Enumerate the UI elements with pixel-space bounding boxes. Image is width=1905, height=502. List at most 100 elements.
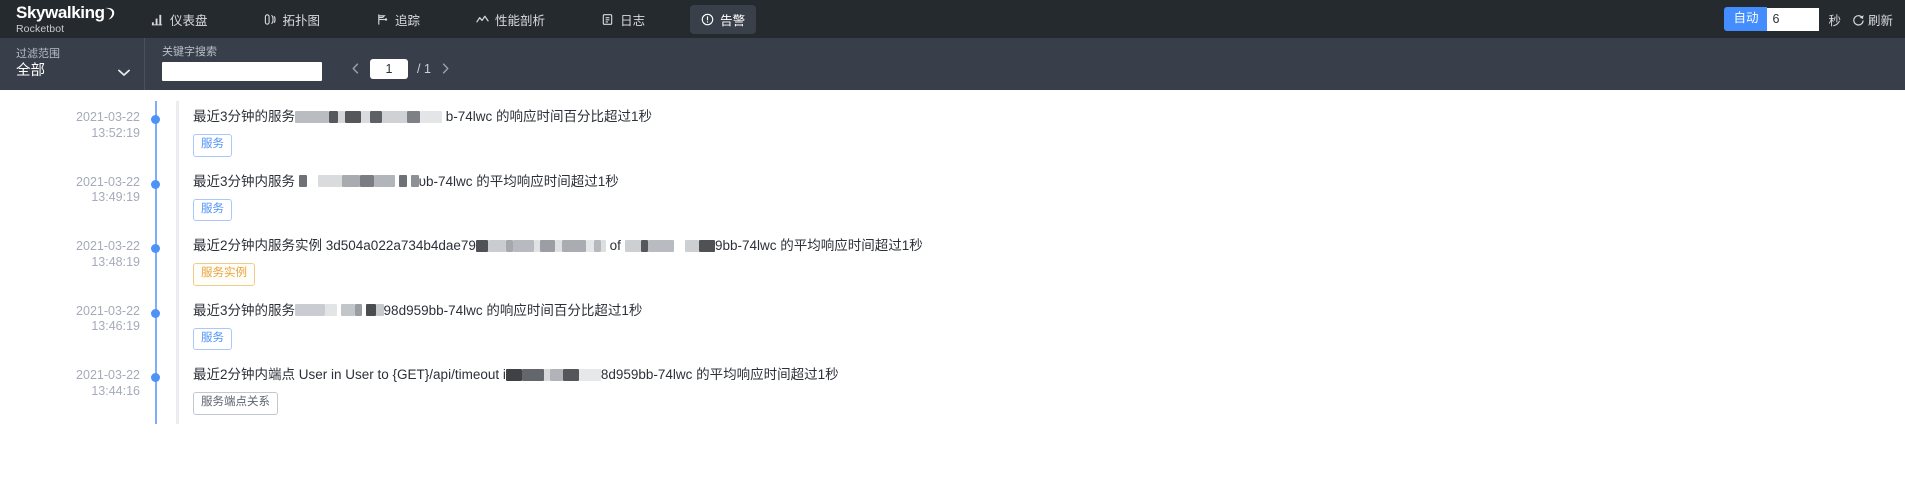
- redacted-text-block: [354, 304, 362, 316]
- nav-item-alarm[interactable]: 告警: [690, 4, 757, 34]
- scope-filter-value: 全部: [16, 63, 45, 80]
- nav-item-log-label: 日志: [620, 13, 646, 28]
- redacted-text-block: [698, 239, 715, 252]
- redacted-text-block: [345, 110, 362, 123]
- redacted-text-block: [562, 368, 579, 381]
- pagination: / 1: [350, 59, 451, 79]
- app-logo[interactable]: Skywalking Rocketbot: [16, 2, 114, 35]
- alarm-date: 2021-03-22: [76, 239, 140, 253]
- redacted-text-block: [342, 175, 361, 187]
- alarm-message-text: 最近3分钟的服务: [193, 302, 296, 318]
- alarm-message: 最近3分钟内服务 ᴜb-74lwc 的平均响应时间超过1秒: [193, 172, 1905, 191]
- timeline-dot: [151, 179, 160, 189]
- nav-item-profile-label: 性能剖析: [495, 13, 546, 28]
- redacted-text-block: [640, 239, 648, 252]
- redacted-text-block: [512, 239, 534, 252]
- redacted-text-block: [487, 239, 506, 252]
- alarm-row[interactable]: 2021-03-22 13:48:19 最近2分钟内服务实例 3d504a022a7…: [0, 230, 1905, 295]
- redacted-text-block: [420, 110, 443, 123]
- chevron-left-icon[interactable]: [350, 62, 361, 76]
- alarm-message: 最近2分钟内端点 User in User to {GET}/api/timeo…: [193, 365, 1905, 384]
- redacted-text-block: [340, 304, 355, 316]
- alarm-card[interactable]: 最近2分钟内端点 User in User to {GET}/api/timeo…: [176, 359, 1905, 424]
- trace-icon: [376, 13, 389, 26]
- alarm-card[interactable]: 最近3分钟的服务 b-74lwc 的响应时间百分比超过1秒服务: [176, 101, 1905, 166]
- chevron-down-icon: [118, 64, 130, 82]
- refresh-icon: [1852, 13, 1865, 26]
- redacted-text-block: [585, 239, 594, 252]
- nav-item-log[interactable]: 日志: [590, 5, 656, 34]
- nav-item-trace[interactable]: 追踪: [365, 5, 431, 34]
- redacted-text-block: [624, 239, 641, 252]
- redacted-text-block: [578, 368, 601, 381]
- alarm-row[interactable]: 2021-03-22 13:52:19 最近3分钟的服务 b-74lwc 的响应时间…: [0, 101, 1905, 166]
- alarm-time: 13:44:16: [91, 383, 140, 398]
- auto-refresh-button[interactable]: 自动: [1724, 7, 1768, 31]
- filter-toolbar: 过滤范围 全部 关键字搜索 / 1: [0, 38, 1905, 90]
- brand-name-primary: Skywalking: [16, 2, 114, 22]
- alarm-message-text: ᴜb-74lwc 的平均响应时间超过1秒: [418, 173, 619, 189]
- alarm-message-text: 9bb-74lwc 的平均响应时间超过1秒: [714, 238, 923, 253]
- alarm-scope-badge: 服务端点关系: [193, 392, 278, 415]
- redacted-text-block: [539, 239, 555, 252]
- timeline-dot: [151, 115, 160, 124]
- search-input[interactable]: [162, 62, 322, 81]
- alarm-timestamp: 2021-03-22 13:49:19: [0, 166, 148, 206]
- alarm-timestamp: 2021-03-22 13:46:19: [0, 295, 148, 335]
- alarm-date: 2021-03-22: [76, 110, 140, 124]
- alarm-time: 13:46:19: [91, 319, 140, 333]
- redacted-text-block: [505, 239, 513, 252]
- alarm-scope-badge: 服务: [193, 327, 232, 350]
- refresh-button[interactable]: 刷新: [1852, 10, 1893, 29]
- timeline-dot: [151, 244, 160, 253]
- alarm-message: 最近3分钟的服务 b-74lwc 的响应时间百分比超过1秒: [193, 107, 1905, 126]
- nav-item-dashboard[interactable]: 仪表盘: [140, 5, 219, 34]
- alarm-card[interactable]: 最近3分钟的服务 98d959bb-74lwc 的响应时间百分比超过1秒服务: [176, 294, 1905, 359]
- nav-item-profile[interactable]: 性能剖析: [465, 5, 556, 34]
- redacted-text-block: [593, 239, 601, 252]
- redacted-text-block: [561, 239, 586, 252]
- profile-icon: [476, 13, 489, 26]
- log-icon: [601, 13, 614, 26]
- timeline-dot: [151, 308, 160, 318]
- alarm-scope-badge: 服务: [193, 134, 232, 157]
- refresh-interval-input[interactable]: [1767, 7, 1820, 31]
- chevron-right-icon[interactable]: [440, 62, 451, 76]
- alarm-message-text: b-74lwc 的响应时间百分比超过1秒: [442, 109, 653, 124]
- scope-filter-dropdown[interactable]: 过滤范围 全部: [0, 38, 145, 90]
- alarm-row[interactable]: 2021-03-22 13:44:16 最近2分钟内端点 User in User …: [0, 359, 1905, 424]
- alarm-timeline: 2021-03-22 13:52:19 最近3分钟的服务 b-74lwc 的响应时间…: [0, 101, 1905, 424]
- alarm-message: 最近2分钟内服务实例 3d504a022a734b4dae79 of 9bb-7…: [193, 236, 1905, 255]
- main-nav: 仪表盘 拓扑图 追踪 性能剖析 日志 告警: [140, 0, 757, 38]
- redacted-text-block: [375, 304, 384, 316]
- redacted-text-block: [298, 175, 307, 187]
- brand-name-text: Skywalking: [16, 2, 105, 22]
- alarm-timestamp: 2021-03-22 13:52:19: [0, 101, 148, 141]
- alarm-card[interactable]: 最近3分钟内服务 ᴜb-74lwc 的平均响应时间超过1秒 服务: [176, 165, 1905, 230]
- redacted-text-block: [338, 110, 346, 123]
- timeline-dot: [151, 373, 160, 382]
- redacted-text-block: [295, 110, 330, 123]
- alarm-list-panel: 2021-03-22 13:52:19 最近3分钟的服务 b-74lwc 的响应时间…: [0, 90, 1905, 502]
- refresh-controls: 自动 秒 刷新: [1724, 0, 1893, 38]
- nav-item-topology[interactable]: 拓扑图: [253, 5, 332, 34]
- alarm-message-text: 最近3分钟内服务: [193, 173, 299, 189]
- alarm-row[interactable]: 2021-03-22 13:49:19 最近3分钟内服务 ᴜb-74lwc 的平均响…: [0, 165, 1905, 230]
- alarm-card[interactable]: 最近2分钟内服务实例 3d504a022a734b4dae79 of 9bb-7…: [176, 230, 1905, 295]
- alarm-message-text: [307, 172, 318, 191]
- alarm-message-text: 98d959bb-74lwc 的响应时间百分比超过1秒: [383, 302, 643, 318]
- redacted-text-block: [398, 175, 407, 187]
- redacted-text-block: [382, 110, 408, 123]
- redacted-text-block: [549, 368, 563, 381]
- scope-filter-label: 过滤范围: [16, 48, 60, 61]
- alarm-timestamp: 2021-03-22 13:48:19: [0, 230, 148, 270]
- redacted-text-block: [365, 304, 376, 316]
- page-number-input[interactable]: [370, 59, 408, 79]
- alarm-time: 13:48:19: [91, 254, 140, 269]
- alarm-message: 最近3分钟的服务 98d959bb-74lwc 的响应时间百分比超过1秒: [193, 301, 1905, 320]
- redacted-text-block: [325, 304, 338, 316]
- alarm-message-text: 8d959bb-74lwc 的平均响应时间超过1秒: [600, 367, 839, 382]
- nav-item-alarm-label: 告警: [720, 13, 746, 28]
- redacted-text-block: [318, 175, 343, 187]
- alarm-row[interactable]: 2021-03-22 13:46:19 最近3分钟的服务 98d959bb-74lw…: [0, 294, 1905, 359]
